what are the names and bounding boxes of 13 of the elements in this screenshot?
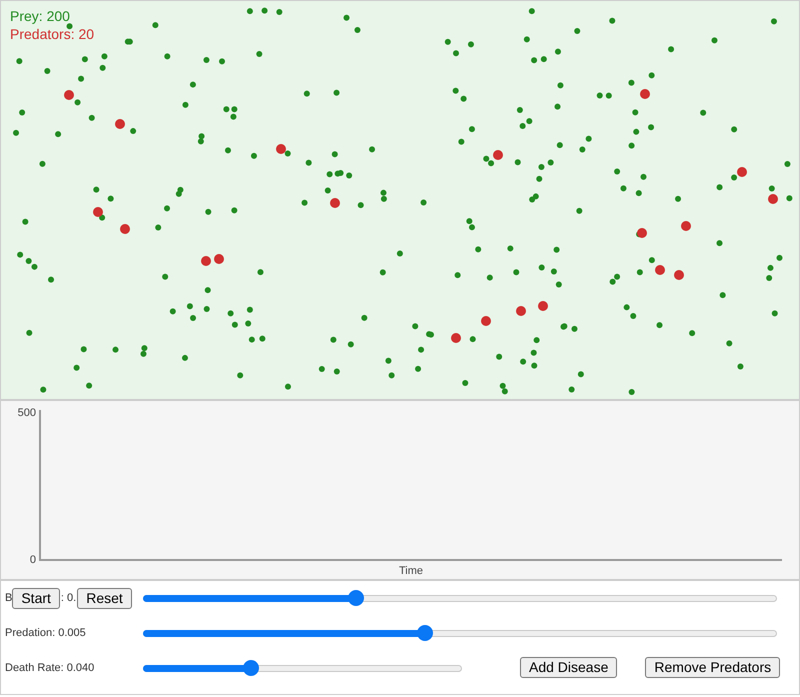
axis-tick-label: 0: [30, 554, 36, 566]
button[interactable]: Remove Predators: [645, 656, 780, 678]
label-fragment: B: [5, 590, 12, 606]
label-fragment: : 0.: [60, 590, 76, 606]
button[interactable]: Add Disease: [520, 656, 618, 678]
predator-count: Predators: 20: [10, 25, 94, 43]
slider-label: Death Rate: 0.040: [5, 660, 96, 676]
button[interactable]: Reset: [77, 588, 132, 608]
slider-label: Predation: 0.005: [5, 626, 87, 641]
button[interactable]: Start: [12, 588, 60, 608]
prey-count: Prey: 200: [10, 7, 71, 25]
axis-tick-label: 500: [18, 407, 36, 419]
axis-title: Time: [398, 565, 424, 577]
